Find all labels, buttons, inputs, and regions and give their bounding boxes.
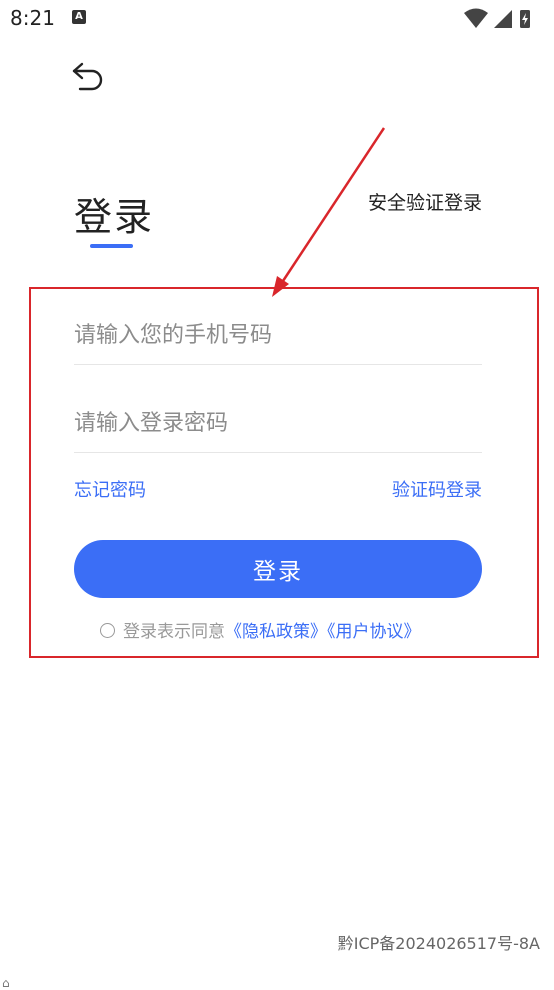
corner-mark: ⌂ — [2, 976, 10, 990]
page-title: 登录 — [74, 195, 155, 239]
signal-icon — [494, 10, 512, 28]
status-bar: 8:21 A — [0, 0, 554, 40]
back-arrow-icon — [72, 62, 103, 91]
title-underline — [90, 244, 133, 248]
back-button[interactable] — [70, 58, 108, 94]
status-icons — [464, 8, 530, 28]
icp-record: 黔ICP备2024026517号-8A — [337, 934, 540, 953]
annotation-box — [29, 287, 539, 658]
secure-verify-login-link[interactable]: 安全验证登录 — [368, 188, 482, 215]
status-time: 8:21 — [10, 6, 55, 30]
notification-icon: A — [72, 10, 86, 24]
wifi-icon — [464, 8, 488, 28]
